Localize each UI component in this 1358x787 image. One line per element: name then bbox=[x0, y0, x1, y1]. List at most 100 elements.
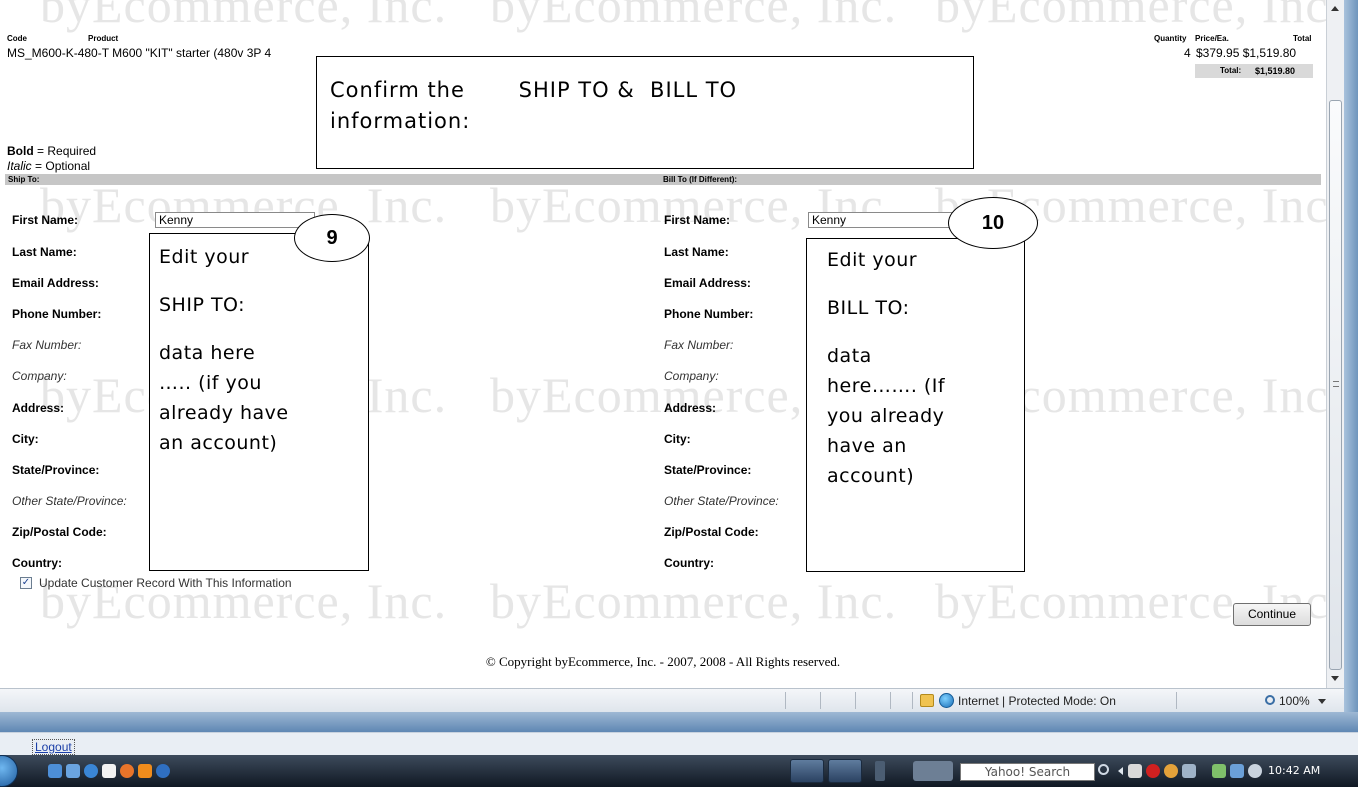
ship-company-label: Company: bbox=[12, 369, 67, 383]
bill-to-header: Bill To (If Different): bbox=[663, 175, 738, 184]
update-record-label: Update Customer Record With This Informa… bbox=[39, 576, 292, 590]
scrollbar-thumb[interactable] bbox=[1329, 100, 1342, 670]
callout-bill-line1: Edit your bbox=[827, 249, 918, 271]
step-10-badge: 10 bbox=[948, 197, 1038, 249]
col-header-code: Code bbox=[7, 34, 27, 43]
tray-gmail-icon[interactable] bbox=[1128, 764, 1142, 778]
bill-email-label: Email Address: bbox=[664, 276, 751, 290]
zoom-level[interactable]: 100% bbox=[1279, 694, 1310, 708]
tray-opera-icon[interactable] bbox=[1146, 764, 1160, 778]
order-item-price-total: $379.95 $1,519.80 bbox=[1196, 46, 1297, 60]
window-frame bbox=[0, 712, 1358, 732]
status-divider bbox=[890, 692, 891, 709]
start-button[interactable] bbox=[0, 755, 18, 787]
callout-ship-to: Edit your SHIP TO: data here ….. (if you… bbox=[149, 233, 369, 571]
bottom-link-bar: Logout bbox=[0, 732, 1358, 755]
bill-address-label: Address: bbox=[664, 401, 717, 415]
tray-network-icon[interactable] bbox=[1182, 764, 1196, 778]
tray-display-icon[interactable] bbox=[1230, 764, 1244, 778]
taskbar-ie-button[interactable] bbox=[790, 759, 824, 783]
taskbar: Yahoo! Search 10:42 AM bbox=[0, 755, 1358, 787]
hp-icon[interactable] bbox=[913, 761, 953, 781]
status-divider bbox=[785, 692, 786, 709]
callout-bill-line6: have an bbox=[827, 435, 907, 457]
callout-ship-line5: already have bbox=[159, 402, 289, 424]
callout-bill-line2: BILL TO: bbox=[827, 297, 910, 319]
yahoo-search-box[interactable]: Yahoo! Search bbox=[960, 763, 1095, 781]
tray-app-icon[interactable] bbox=[1164, 764, 1178, 778]
status-bar: Internet | Protected Mode: On 100% bbox=[0, 688, 1344, 712]
order-total-row: Total: $1,519.80 bbox=[1195, 64, 1313, 78]
bill-first-name-input[interactable]: Kenny bbox=[808, 212, 968, 228]
callout-bill-line3: data bbox=[827, 345, 872, 367]
taskbar-scroll-icon[interactable] bbox=[875, 761, 885, 781]
legend-optional: Italic = Optional bbox=[7, 159, 90, 173]
messenger-icon[interactable] bbox=[156, 764, 170, 778]
scroll-up-icon[interactable] bbox=[1331, 6, 1339, 11]
callout-bill-line5: you already bbox=[827, 405, 945, 427]
bill-other-state-label: Other State/Province: bbox=[664, 494, 779, 508]
legend-italic-word: Italic bbox=[7, 159, 32, 173]
globe-icon bbox=[939, 693, 954, 708]
col-header-total: Total bbox=[1293, 34, 1312, 43]
browser-viewport: byEcommerce, Inc. byEcommerce, Inc. byEc… bbox=[0, 0, 1326, 688]
bill-country-label: Country: bbox=[664, 556, 714, 570]
switch-windows-icon[interactable] bbox=[66, 764, 80, 778]
ship-phone-label: Phone Number: bbox=[12, 307, 102, 321]
tray-battery-icon[interactable] bbox=[1212, 764, 1226, 778]
taskbar-app-button[interactable] bbox=[828, 759, 862, 783]
tray-volume-icon[interactable] bbox=[1248, 764, 1262, 778]
show-desktop-icon[interactable] bbox=[48, 764, 62, 778]
ship-email-label: Email Address: bbox=[12, 276, 99, 290]
callout-ship-line2: SHIP TO: bbox=[159, 294, 246, 316]
ship-city-label: City: bbox=[12, 432, 39, 446]
ship-state-label: State/Province: bbox=[12, 463, 100, 477]
vertical-scrollbar[interactable] bbox=[1326, 0, 1344, 688]
callout-bill-line4: here……. (If bbox=[827, 375, 946, 397]
search-icon[interactable] bbox=[1098, 764, 1109, 775]
firefox-icon[interactable] bbox=[120, 764, 134, 778]
bill-zip-label: Zip/Postal Code: bbox=[664, 525, 759, 539]
bill-fax-label: Fax Number: bbox=[664, 338, 734, 352]
window-border bbox=[1344, 0, 1358, 720]
legend-italic-text: = Optional bbox=[31, 159, 91, 173]
ie-quicklaunch-icon[interactable] bbox=[84, 764, 98, 778]
callout-ship-line3: data here bbox=[159, 342, 256, 364]
status-divider bbox=[855, 692, 856, 709]
notepad-icon[interactable] bbox=[102, 764, 116, 778]
address-section-bar: Ship To: Bill To (If Different): bbox=[5, 174, 1321, 185]
legend-required: Bold = Required bbox=[7, 144, 96, 158]
security-zone-text[interactable]: Internet | Protected Mode: On bbox=[958, 694, 1116, 708]
status-divider bbox=[1176, 692, 1177, 709]
logout-link[interactable]: Logout bbox=[32, 739, 75, 755]
watermark-text: byEcommerce, Inc. bbox=[490, 573, 898, 629]
bill-first-name-label: First Name: bbox=[664, 213, 731, 227]
order-item-quantity: 4 bbox=[1184, 46, 1191, 60]
bill-state-label: State/Province: bbox=[664, 463, 752, 477]
callout-main-line2: information: bbox=[330, 109, 471, 133]
continue-button[interactable]: Continue bbox=[1233, 603, 1311, 626]
tray-arrow-icon[interactable] bbox=[1118, 767, 1123, 775]
scroll-grip-icon bbox=[1333, 381, 1339, 387]
order-total-label: Total: bbox=[1220, 66, 1242, 75]
ship-zip-label: Zip/Postal Code: bbox=[12, 525, 107, 539]
callout-bill-to: Edit your BILL TO: data here……. (If you … bbox=[806, 238, 1025, 572]
scroll-down-icon[interactable] bbox=[1331, 676, 1339, 681]
ship-to-header: Ship To: bbox=[8, 175, 40, 184]
media-player-icon[interactable] bbox=[138, 764, 152, 778]
ship-first-name-input[interactable]: Kenny bbox=[155, 212, 315, 228]
zoom-dropdown-icon[interactable] bbox=[1318, 699, 1326, 704]
ship-other-state-label: Other State/Province: bbox=[12, 494, 127, 508]
watermark-text: byEcommerce, Inc. bbox=[40, 0, 448, 33]
status-divider bbox=[820, 692, 821, 709]
col-header-price: Price/Ea. bbox=[1195, 34, 1229, 43]
taskbar-clock[interactable]: 10:42 AM bbox=[1268, 764, 1320, 777]
ship-fax-label: Fax Number: bbox=[12, 338, 82, 352]
bill-phone-label: Phone Number: bbox=[664, 307, 754, 321]
update-record-checkbox[interactable]: ✓ bbox=[20, 577, 32, 589]
watermark-text: byEcommerce, Inc. bbox=[935, 0, 1326, 33]
copyright-text: © Copyright byEcommerce, Inc. - 2007, 20… bbox=[485, 654, 841, 669]
watermark-text: byEcommerce, Inc. bbox=[490, 0, 898, 33]
popup-blocker-icon[interactable] bbox=[920, 694, 934, 707]
legend-bold-word: Bold bbox=[7, 144, 34, 158]
